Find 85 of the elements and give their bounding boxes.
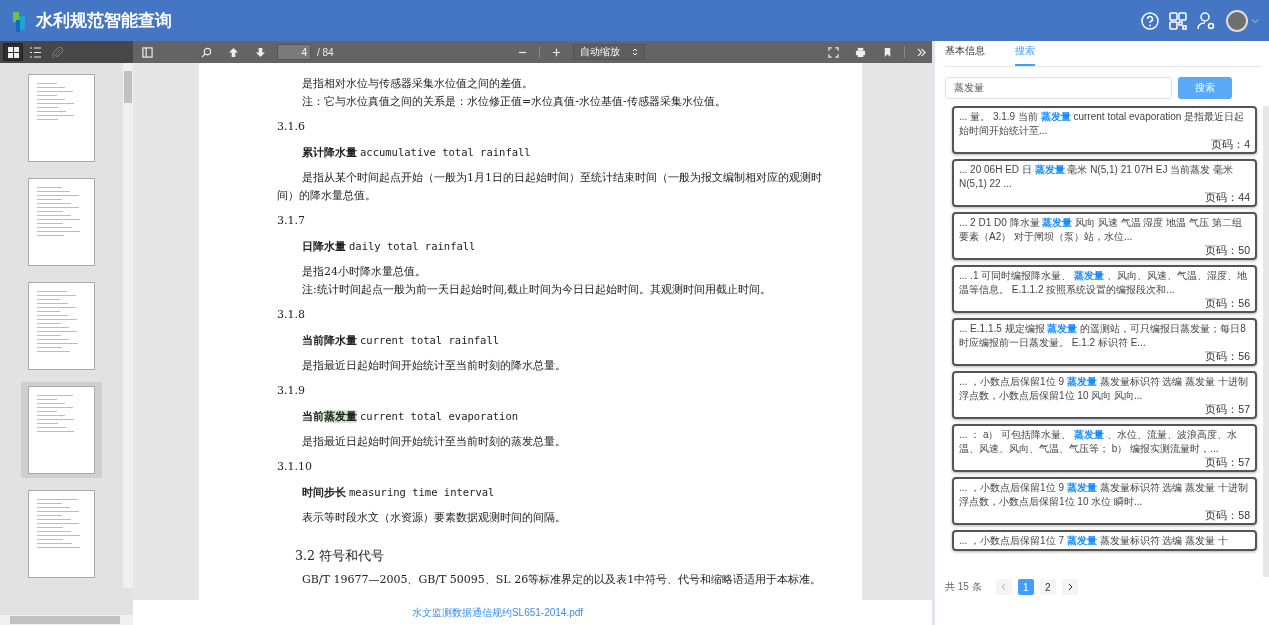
result-card[interactable]: ... 量。 3.1.9 当前 蒸发量 current total evaporation 是指最近日起始时间开始统计至... 页码：4: [952, 106, 1257, 154]
result-snippet: ... ： a） 可包括降水量、 蒸发量 、水位、流量、波浪高度、水温、风速、风向、气温、气压等； b） 编报实测流量时，...: [959, 428, 1238, 456]
paragraph: 是指最近日起始时间开始统计至当前时刻的蒸发总量。: [301, 434, 567, 450]
section-number: 3.1.10: [277, 459, 313, 475]
list-icon: [29, 46, 41, 58]
page-label: 页码：44: [1204, 191, 1250, 204]
page-label: 页码：4: [1210, 138, 1250, 151]
term-english: current total rainfall: [360, 334, 500, 346]
result-snippet: ... 2 D1 D0 降水量 蒸发量 风向 风速 气温 湿度 地温 气压 第二组要素（A2） 对于闸坝（泵）站，水位...: [959, 216, 1243, 244]
avatar[interactable]: [1226, 9, 1248, 32]
scrollbar[interactable]: [123, 63, 133, 588]
result-snippet: ... 20 06H ED 日 蒸发量 毫米 N(5,1) 21 07H EJ 当前蒸发 毫米 N(5,1) 22 ...: [959, 163, 1234, 191]
paragraph: 表示等时段水文（水资源）要素数据观测时间的间隔。: [301, 510, 567, 526]
paragraph: 是指从某个时间起点开始（一般为1月1日的日起始时间）至统计结束时间（一般为报文编制相对应的观测时间）的降水量总值。: [277, 170, 822, 204]
fullscreen-icon[interactable]: [828, 46, 839, 58]
note-text: 注：它与水位真值之间的关系是：水位修正值=水位真值-水位基值-传感器采集水位值。: [302, 94, 727, 110]
paragraph: 是指最近日起始时间开始统计至当前时刻的降水总量。: [301, 358, 567, 374]
paragraph: GB/T 19677—2005、GB/T 50095、SL 26等标准界定的以及表1中符号、代号和缩略语适用于本标准。: [301, 572, 822, 588]
term-english: current total evaporation: [360, 410, 519, 422]
term-name: 当前: [302, 410, 324, 423]
paragraph: 是指相对水位与传感器采集水位值之间的差值。: [301, 76, 534, 92]
page-label: 页码：56: [1204, 350, 1250, 363]
result-card[interactable]: ... 20 06H ED 日 蒸发量 毫米 N(5,1) 21 07H EJ 当前蒸发 毫米 N(5,1) 22 ... 页码：44: [952, 159, 1257, 207]
result-snippet: ... 量。 3.1.9 当前 蒸发量 current total evaporation 是指最近日起始时间开始统计至...: [959, 110, 1246, 138]
page-label: 页码：50: [1204, 244, 1250, 257]
up-down-chevron-icon: [631, 48, 638, 56]
file-name-link[interactable]: 水文监测数据通信规约SL651-2014.pdf: [411, 605, 584, 620]
result-snippet: ... E.1.1.5 规定编报 蒸发量 的遥测站，可只编报日蒸发量；每日8时应编报前一日蒸发量。 E.1.2 标识符 E...: [959, 322, 1247, 350]
user-settings-icon[interactable]: [1196, 10, 1216, 31]
note-text: 注:统计时间起点一般为前一天日起始时间,截止时间为今日日起始时间。其观测时间用截止时间。: [302, 282, 773, 298]
result-card[interactable]: ... ，小数点后保留1位 9 蒸发量 蒸发量标识符 选编 蒸发量 十进制浮点数，小数点后保留1位 10 水位 瞬时... 页码：58: [952, 477, 1257, 525]
page-count: / 84: [317, 46, 334, 58]
logo-icon: [10, 9, 28, 32]
arrow-down-icon[interactable]: [255, 46, 266, 58]
next-page-button[interactable]: [1061, 579, 1078, 595]
page-label: 页码：58: [1204, 509, 1250, 522]
sidebar-toggle-icon[interactable]: [142, 46, 153, 58]
term-english: daily total rainfall: [349, 240, 476, 252]
result-snippet: ... ，小数点后保留1位 9 蒸发量 蒸发量标识符 选编 蒸发量 十进制浮点数，小数点后保留1位 10 水位 瞬时...: [959, 481, 1249, 509]
page-number-field[interactable]: 4: [277, 44, 311, 60]
result-snippet: ... .1 可同时编报降水量、 蒸发量 、风向、风速、气温、湿度、地温等信息。 E.1.1.2 按照系统设置的编报段次和...: [959, 269, 1248, 297]
term-name: 当前降水量: [302, 334, 357, 347]
result-card[interactable]: ... E.1.1.5 规定编报 蒸发量 的遥测站，可只编报日蒸发量；每日8时应编报前一日蒸发量。 E.1.2 标识符 E... 页码：56: [952, 318, 1257, 366]
section-heading: 3.2 符号和代号: [295, 547, 385, 565]
page-label: 页码：57: [1204, 456, 1250, 469]
result-snippet: ... ，小数点后保留1位 9 蒸发量 蒸发量标识符 选编 蒸发量 十进制浮点数，小数点后保留1位 10 风向 风向...: [959, 375, 1249, 403]
tab[interactable]: 基本信息: [945, 44, 985, 66]
result-card[interactable]: ... 2 D1 D0 降水量 蒸发量 风向 风速 气温 湿度 地温 气压 第二组要素（A2） 对于闸坝（泵）站，水位... 页码：50: [952, 212, 1257, 260]
thumbnails-icon: [7, 46, 19, 58]
result-card[interactable]: ... ，小数点后保留1位 9 蒸发量 蒸发量标识符 选编 蒸发量 十进制浮点数，小数点后保留1位 10 风向 风向... 页码：57: [952, 371, 1257, 419]
scrollbar[interactable]: [0, 615, 133, 625]
result-card[interactable]: ... ，小数点后保留1位 7 蒸发量 蒸发量标识符 选编 蒸发量 十: [952, 530, 1257, 551]
page-thumbnail[interactable]: [21, 382, 102, 478]
help-icon[interactable]: [1140, 10, 1160, 31]
term-name: 日降水量: [302, 240, 346, 253]
arrow-up-icon[interactable]: [228, 46, 239, 58]
total-count: 共 15 条: [945, 580, 982, 594]
double-chevron-icon[interactable]: [916, 46, 927, 58]
result-card[interactable]: ... .1 可同时编报降水量、 蒸发量 、风向、风速、气温、湿度、地温等信息。 E.1.1.2 按照系统设置的编报段次和... 页码：56: [952, 265, 1257, 313]
section-number: 3.1.8: [277, 307, 306, 323]
search-icon[interactable]: [201, 46, 212, 58]
print-icon[interactable]: [855, 46, 866, 58]
paragraph: 是指24小时降水量总值。: [301, 264, 427, 280]
zoom-in-icon[interactable]: [550, 46, 562, 58]
page-label: 页码：57: [1204, 403, 1250, 416]
page-label: 页码：56: [1204, 297, 1250, 310]
result-card[interactable]: ... ： a） 可包括降水量、 蒸发量 、水位、流量、波浪高度、水温、风速、风向、气温、气压等； b） 编报实测流量时，... 页码：57: [952, 424, 1257, 472]
term-name: 时间步长: [302, 486, 346, 499]
section-number: 3.1.7: [277, 213, 306, 229]
highlighted-term-name: 蒸发量: [324, 410, 357, 423]
result-snippet: ... ，小数点后保留1位 7 蒸发量 蒸发量标识符 选编 蒸发量 十: [959, 534, 1229, 548]
paperclip-icon: [51, 46, 63, 58]
thumbnails-view-button[interactable]: [3, 43, 23, 61]
page-button[interactable]: 2: [1039, 579, 1056, 595]
qr-code-icon[interactable]: [1168, 10, 1188, 31]
chevron-left-icon: [999, 583, 1008, 591]
bookmark-icon[interactable]: [882, 46, 893, 58]
term-english: accumulative total rainfall: [360, 146, 531, 158]
term-name: 累计降水量: [302, 146, 357, 159]
zoom-select[interactable]: 自动缩放: [572, 44, 645, 60]
section-number: 3.1.6: [277, 119, 306, 135]
term-english: measuring time interval: [349, 486, 495, 498]
search-field[interactable]: 蒸发量: [945, 77, 1172, 99]
app-title: 水利规范智能查询: [36, 10, 172, 32]
section-number: 3.1.9: [277, 383, 306, 399]
